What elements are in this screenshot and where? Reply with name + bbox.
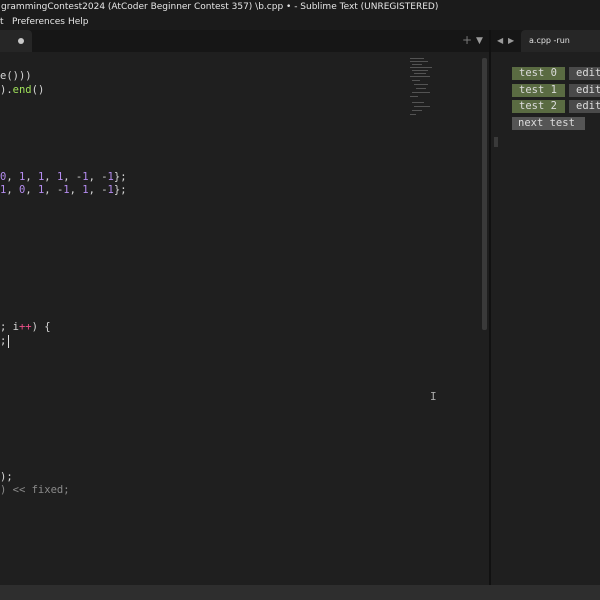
editor-scrollbar[interactable] bbox=[482, 58, 487, 330]
test-1-button[interactable]: test 1 bbox=[512, 84, 565, 97]
panel-scrollbar[interactable] bbox=[494, 137, 498, 147]
tab-a-cpp-run[interactable]: a.cpp -run bbox=[521, 30, 600, 52]
code-line: 0, 1, 1, 1, -1, -1}; bbox=[0, 171, 127, 183]
code-line: ; bbox=[0, 335, 7, 347]
text-caret bbox=[8, 335, 9, 348]
code-line: 1, 0, 1, -1, 1, -1}; bbox=[0, 184, 127, 196]
menu-item-tools[interactable]: t bbox=[0, 15, 4, 30]
next-test-button[interactable]: next test bbox=[512, 117, 585, 130]
code-line: ); bbox=[0, 471, 13, 483]
test-0-edit-button[interactable]: edit bbox=[569, 67, 600, 80]
test-2-button[interactable]: test 2 bbox=[512, 100, 565, 113]
test-1-edit-button[interactable]: edit bbox=[569, 84, 600, 97]
minimap[interactable] bbox=[408, 58, 438, 118]
nav-left-icon[interactable]: ◀ bbox=[497, 35, 503, 47]
code-line: ).end() bbox=[0, 84, 45, 96]
window-title: grammingContest2024 (AtCoder Beginner Co… bbox=[0, 0, 600, 15]
text-cursor-icon: I bbox=[430, 390, 437, 403]
status-bar bbox=[0, 585, 600, 600]
code-line: ) << fixed; bbox=[0, 484, 70, 496]
test-0-button[interactable]: test 0 bbox=[512, 67, 565, 80]
menu-bar: t Preferences Help bbox=[0, 15, 600, 30]
nav-right-icon[interactable]: ▶ bbox=[508, 35, 514, 47]
menu-item-help[interactable]: Help bbox=[68, 15, 89, 30]
code-editor[interactable]: e())) ).end() 0, 1, 1, 1, -1, -1}; 1, 0,… bbox=[0, 52, 489, 585]
unsaved-dot-icon[interactable] bbox=[18, 38, 24, 44]
run-panel: test 0 edit test 1 edit test 2 edit next… bbox=[491, 52, 600, 585]
menu-item-preferences[interactable]: Preferences bbox=[12, 15, 65, 30]
panel-tab-bar: ◀ ▶ a.cpp -run bbox=[491, 30, 600, 52]
code-line: e())) bbox=[0, 70, 32, 82]
editor-tab-bar: + ▼ bbox=[0, 30, 489, 52]
plus-icon[interactable]: + bbox=[462, 33, 472, 47]
code-line: ; i++) { bbox=[0, 321, 51, 333]
test-2-edit-button[interactable]: edit bbox=[569, 100, 600, 113]
chevron-down-icon[interactable]: ▼ bbox=[476, 34, 483, 48]
tab-b-cpp[interactable] bbox=[0, 30, 32, 52]
